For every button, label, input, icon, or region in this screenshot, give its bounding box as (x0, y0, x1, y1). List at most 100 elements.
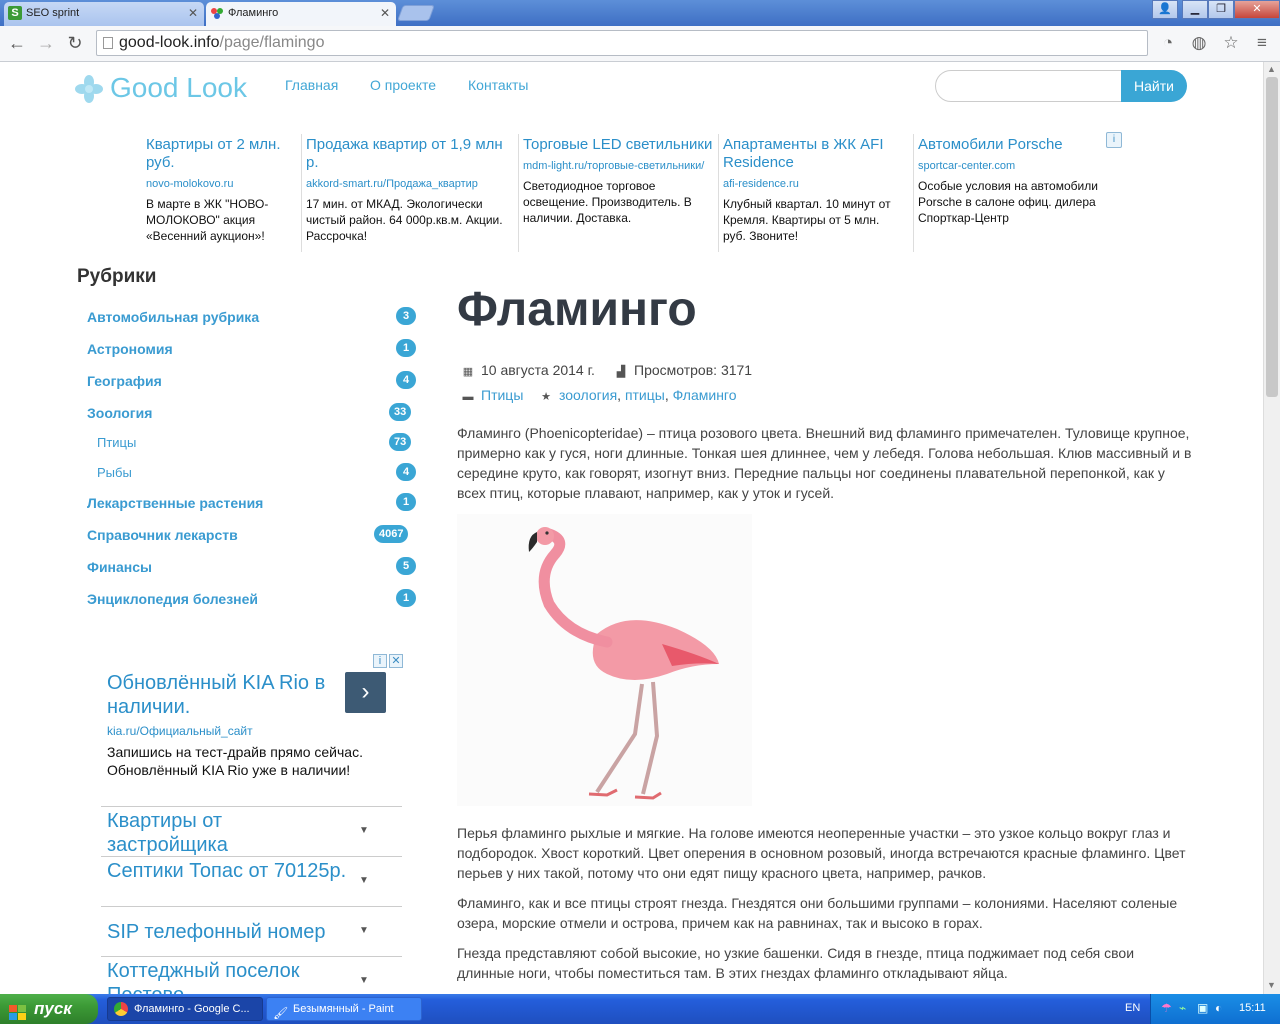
chrome-icon (114, 1002, 128, 1016)
language-indicator[interactable]: EN (1125, 1002, 1140, 1014)
tag-link[interactable]: Фламинго (673, 387, 737, 403)
start-button[interactable]: пуск (0, 994, 98, 1024)
ad-domain[interactable]: novo-molokovo.ru (146, 178, 294, 190)
chevron-down-icon[interactable]: ▼ (359, 875, 369, 886)
vertical-scrollbar[interactable]: ▲ ▼ (1263, 62, 1280, 994)
taskbar-item-label: Фламинго - Google C... (134, 1003, 250, 1015)
tag-link[interactable]: зоология (559, 387, 617, 403)
ad-domain[interactable]: afi-residence.ru (723, 178, 903, 190)
sidebar-item-fish[interactable]: Рыбы (97, 465, 132, 480)
tag-link[interactable]: птицы (625, 387, 665, 403)
new-tab-button[interactable] (397, 5, 435, 21)
tray-monitor-icon[interactable]: ▣ (1197, 1001, 1208, 1015)
chevron-down-icon[interactable]: ▼ (359, 975, 369, 986)
ad-block[interactable]: Квартиры от 2 млн. руб. novo-molokovo.ru… (146, 136, 294, 256)
ad-title[interactable]: Автомобили Porsche (918, 136, 1104, 154)
ad-controls: i ✕ (371, 654, 403, 668)
taskbar-item-paint[interactable]: 🖌 Безымянный - Paint (266, 997, 422, 1021)
forward-arrow-icon[interactable]: → (34, 32, 58, 54)
search-button[interactable]: Найти (1121, 70, 1187, 102)
taskbar-item-label: Безымянный - Paint (293, 1003, 394, 1015)
maximize-button[interactable]: ❐ (1208, 0, 1234, 19)
tray-speaker-icon[interactable]: ◐ (1215, 1001, 1222, 1015)
globe-icon[interactable]: ◍ (1188, 32, 1210, 54)
minimize-button[interactable]: ▁ (1182, 0, 1208, 19)
accordion-label[interactable]: Коттеджный поселок Пестово (107, 959, 347, 994)
ad-block[interactable]: Торговые LED светильники mdm-light.ru/то… (523, 136, 713, 256)
back-arrow-icon[interactable]: ← (5, 32, 29, 54)
user-icon[interactable]: 👤 (1152, 0, 1178, 19)
window-close-button[interactable]: ✕ (1234, 0, 1280, 19)
close-tab-icon[interactable]: ✕ (380, 2, 390, 24)
ad-divider (301, 134, 302, 252)
count-badge: 1 (396, 589, 416, 607)
bookmark-star-icon[interactable]: ☆ (1220, 32, 1242, 54)
sidebar-item-auto[interactable]: Автомобильная рубрика (87, 309, 259, 325)
ad-block[interactable]: Продажа квартир от 1,9 млн р. akkord-sma… (306, 136, 512, 256)
ad-accordion-item[interactable]: SIP телефонный номер ▼ (101, 906, 402, 956)
article-paragraph: Фламинго (Phoenicopteridae) – птица розо… (457, 425, 1192, 501)
ad-block[interactable]: Апартаменты в ЖК AFI Residence afi-resid… (723, 136, 903, 256)
logo-text: Good Look (110, 72, 247, 103)
clock[interactable]: 15:11 (1239, 1002, 1266, 1014)
ad-accordion-item[interactable]: Коттеджный поселок Пестово ▼ (101, 956, 402, 994)
close-tab-icon[interactable]: ✕ (188, 2, 198, 24)
ad-accordion-item[interactable]: Септики Топас от 70125р. ▼ (101, 856, 402, 906)
article-views: ▟ Просмотров: 3171 (614, 362, 752, 378)
sidebar-item-diseases[interactable]: Энциклопедия болезней (87, 591, 258, 607)
sidebar-item-zoology[interactable]: Зоология (87, 405, 152, 421)
ad-text: Светодиодное торговое освещение. Произво… (523, 179, 692, 225)
ad-domain[interactable]: akkord-smart.ru/Продажа_квартир (306, 178, 512, 190)
sidebar-item-finance[interactable]: Финансы (87, 559, 152, 575)
tray-umbrella-icon[interactable]: ☂ (1161, 1001, 1172, 1015)
accordion-label[interactable]: Септики Топас от 70125р. (107, 859, 347, 883)
side-ad-arrow-button[interactable]: › (345, 672, 386, 713)
side-ad-title[interactable]: Обновлённый KIA Rio в наличии. (107, 671, 342, 719)
category-link[interactable]: Птицы (481, 387, 523, 403)
ad-info-icon[interactable]: i (373, 654, 387, 668)
reload-icon[interactable]: ↻ (63, 32, 87, 54)
side-ad-domain[interactable]: kia.ru/Официальный_сайт (107, 724, 253, 738)
count-badge: 33 (389, 403, 412, 421)
accordion-label[interactable]: Квартиры от застройщика (107, 809, 347, 857)
page-viewport: Good Look Главная О проекте Контакты Най… (0, 62, 1263, 994)
count-badge: 4 (396, 463, 416, 481)
accordion-label[interactable]: SIP телефонный номер (107, 920, 347, 944)
address-bar[interactable]: good-look.info/page/flamingo (96, 30, 1148, 56)
sidebar-item-medicinal-plants[interactable]: Лекарственные растения (87, 495, 263, 511)
chevron-down-icon[interactable]: ▼ (359, 825, 369, 836)
ad-title[interactable]: Торговые LED светильники (523, 136, 713, 154)
tab-label: SEO sprint (26, 7, 80, 19)
sidebar-item-birds[interactable]: Птицы (97, 435, 136, 450)
nav-link-about[interactable]: О проекте (370, 77, 436, 93)
ad-info-icon[interactable]: i (1106, 132, 1122, 148)
tray-network-icon[interactable]: ⌁ (1179, 1001, 1186, 1015)
ad-close-icon[interactable]: ✕ (389, 654, 403, 668)
ad-domain[interactable]: sportcar-center.com (918, 160, 1104, 172)
extension-clock-icon[interactable]: ◔ (1157, 32, 1179, 54)
nav-link-home[interactable]: Главная (285, 77, 338, 93)
ad-accordion-item[interactable]: Квартиры от застройщика ▼ (101, 806, 402, 856)
sidebar-item-drug-reference[interactable]: Справочник лекарств (87, 527, 238, 543)
menu-icon[interactable]: ≡ (1251, 32, 1273, 54)
address-domain: good-look.info (119, 34, 220, 51)
taskbar-item-chrome[interactable]: Фламинго - Google C... (107, 997, 263, 1021)
scroll-up-arrow-icon[interactable]: ▲ (1267, 64, 1276, 74)
ad-title[interactable]: Квартиры от 2 млн. руб. (146, 136, 294, 172)
count-badge: 5 (396, 557, 416, 575)
chevron-down-icon[interactable]: ▼ (359, 925, 369, 936)
search-input[interactable] (935, 70, 1125, 102)
count-badge: 3 (396, 307, 416, 325)
nav-link-contacts[interactable]: Контакты (468, 77, 528, 93)
ad-title[interactable]: Продажа квартир от 1,9 млн р. (306, 136, 512, 172)
scrollbar-thumb[interactable] (1266, 77, 1278, 397)
sidebar-item-geography[interactable]: География (87, 373, 162, 389)
tab-seo-sprint[interactable]: S SEO sprint ✕ (4, 2, 204, 26)
browser-toolbar: ← → ↻ good-look.info/page/flamingo ◔ ◍ ☆… (0, 26, 1280, 62)
ad-title[interactable]: Апартаменты в ЖК AFI Residence (723, 136, 903, 172)
sidebar-item-astronomy[interactable]: Астрономия (87, 341, 173, 357)
tab-flamingo[interactable]: Фламинго ✕ (206, 2, 396, 26)
ad-domain[interactable]: mdm-light.ru/торговые-светильники/ (523, 160, 713, 172)
ad-block[interactable]: Автомобили Porsche sportcar-center.com О… (918, 136, 1104, 256)
scroll-down-arrow-icon[interactable]: ▼ (1267, 980, 1276, 990)
